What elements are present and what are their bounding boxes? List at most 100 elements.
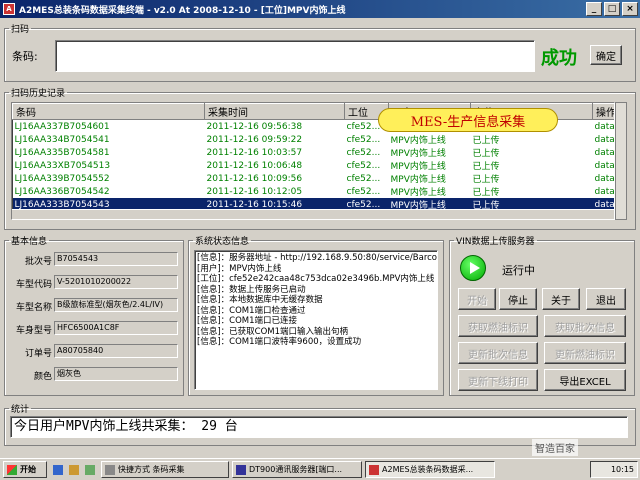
table-cell: data... bbox=[594, 134, 615, 145]
field-label: 批次号 bbox=[24, 257, 52, 267]
running-status-icon bbox=[460, 255, 486, 281]
table-cell: 已上传 bbox=[472, 175, 500, 185]
field-label: 车身型号 bbox=[15, 326, 52, 336]
running-status-text: 运行中 bbox=[502, 264, 535, 277]
table-cell: cfe52... bbox=[346, 134, 381, 145]
title-bar: A A2MES总装条码数据采集终端 - v2.0 At 2008-12-10 -… bbox=[0, 0, 640, 18]
watermark: 智造百家 bbox=[532, 439, 578, 456]
barcode-input[interactable] bbox=[55, 40, 535, 72]
system-log[interactable]: [信息]：服务器地址 - http://192.168.9.50:80/serv… bbox=[194, 250, 438, 390]
log-line: [信息]：COM1端口已连接 bbox=[197, 316, 298, 326]
table-cell: LJ16AA334B7054541 bbox=[14, 134, 110, 145]
table-cell: MPV内饰上线 bbox=[390, 149, 446, 159]
maximize-button[interactable]: □ bbox=[604, 2, 620, 16]
history-vscrollbar[interactable] bbox=[615, 102, 627, 220]
field-label: 车型名称 bbox=[15, 303, 52, 313]
quick-launch bbox=[53, 464, 98, 475]
log-line: [信息]：COM1端口检查通过 bbox=[197, 305, 306, 316]
main-window: A A2MES总装条码数据采集终端 - v2.0 At 2008-12-10 -… bbox=[0, 0, 640, 460]
table-cell: LJ16AA337B7054601 bbox=[14, 121, 110, 132]
table-cell: data... bbox=[594, 173, 615, 184]
table-cell: 已上传 bbox=[472, 188, 500, 198]
field-label: 订单号 bbox=[24, 349, 52, 359]
clock: 10:15 bbox=[610, 465, 634, 474]
minimize-button[interactable]: _ bbox=[586, 2, 602, 16]
field-value: B级旅标准型(烟灰色/2.4L/IV) bbox=[54, 298, 178, 312]
history-hscrollbar[interactable] bbox=[12, 209, 614, 219]
taskbar-item-label: DT900通讯服务器[端口... bbox=[249, 465, 343, 474]
about-button[interactable]: 关于 bbox=[542, 288, 580, 310]
shortcut-icon bbox=[105, 464, 115, 475]
start-label: 开始 bbox=[20, 465, 36, 474]
system-status-title: 系统状态信息 bbox=[195, 237, 250, 247]
table-row[interactable]: LJ16AA339B7054552 2011-12-16 10:09:56 cfe5… bbox=[13, 172, 615, 186]
taskbar-item-dt900[interactable]: DT900通讯服务器[端口... bbox=[232, 461, 362, 478]
windows-logo-icon bbox=[7, 464, 17, 475]
table-cell: data... bbox=[594, 121, 615, 132]
start-button[interactable]: 开始 bbox=[458, 288, 496, 310]
taskbar-item-shortcut[interactable]: 快捷方式 条码采集 bbox=[101, 461, 229, 478]
field-label: 车型代码 bbox=[15, 280, 52, 290]
table-row[interactable]: LJ16AA335B7054581 2011-12-16 10:03:57 cfe5… bbox=[13, 146, 615, 160]
scan-group-title: 扫码 bbox=[11, 25, 30, 35]
exit-button[interactable]: 退出 bbox=[586, 288, 626, 310]
table-cell: cfe52... bbox=[346, 147, 381, 158]
table-cell: cfe52... bbox=[346, 186, 381, 197]
log-line: [用户]：MPV内饰上线 bbox=[197, 263, 282, 274]
taskbar-item-label: A2MES总装条码数据采... bbox=[382, 465, 474, 474]
get-batch-info-button[interactable]: 获取批次信息 bbox=[544, 315, 626, 337]
log-line: [信息]：数据上传服务已启动 bbox=[197, 284, 306, 295]
log-line: [工位]：cfe52e242caa48c753dca02e3496b.MPV内饰… bbox=[197, 274, 435, 284]
server-icon bbox=[236, 464, 246, 475]
desktop-icon[interactable] bbox=[85, 464, 95, 475]
table-cell: 已上传 bbox=[472, 162, 500, 172]
table-cell: LJ16AA336B7054542 bbox=[14, 186, 110, 197]
update-batch-info-button[interactable]: 更新批次信息 bbox=[458, 342, 538, 364]
table-cell: MPV内饰上线 bbox=[390, 175, 446, 185]
log-line: [信息]：服务器地址 - http://192.168.9.50:80/serv… bbox=[197, 253, 438, 263]
stop-button[interactable]: 停止 bbox=[499, 288, 537, 310]
table-row[interactable]: LJ16AA33XB7054513 2011-12-16 10:06:48 cfe5… bbox=[13, 159, 615, 173]
taskbar-item-label: 快捷方式 条码采集 bbox=[118, 465, 185, 474]
ie-icon[interactable] bbox=[53, 464, 63, 475]
table-cell: MPV内饰上线 bbox=[390, 136, 446, 146]
window-title: A2MES总装条码数据采集终端 - v2.0 At 2008-12-10 - [… bbox=[19, 5, 346, 16]
table-cell: 已上传 bbox=[472, 136, 500, 146]
history-group-title: 扫码历史记录 bbox=[11, 89, 66, 99]
app-icon: A bbox=[3, 3, 15, 15]
barcode-label: 条码: bbox=[12, 50, 38, 63]
overlay-banner: MES-生产信息采集 bbox=[378, 108, 558, 132]
field-value: A80705840 bbox=[54, 344, 178, 358]
table-cell: 2011-12-16 10:12:05 bbox=[206, 186, 303, 197]
taskbar-item-a2mes[interactable]: A2MES总装条码数据采... bbox=[365, 461, 495, 478]
field-label: 颜色 bbox=[33, 372, 52, 382]
log-line: [信息]：已获取COM1端口输入输出句柄 bbox=[197, 326, 349, 337]
folder-icon[interactable] bbox=[69, 464, 79, 475]
column-header[interactable]: 采集时间 bbox=[204, 103, 345, 120]
update-fuel-id-button[interactable]: 更新燃油标识 bbox=[544, 342, 626, 364]
table-row[interactable]: LJ16AA334B7054541 2011-12-16 09:59:22 cfe5… bbox=[13, 133, 615, 147]
table-cell: 已上传 bbox=[472, 149, 500, 159]
start-menu-button[interactable]: 开始 bbox=[3, 461, 47, 478]
basic-info-title: 基本信息 bbox=[11, 237, 48, 247]
table-cell: 2011-12-16 10:03:57 bbox=[206, 147, 303, 158]
field-value: HFC6500A1C8F bbox=[54, 321, 178, 335]
table-cell: data... bbox=[594, 186, 615, 197]
table-cell: LJ16AA339B7054552 bbox=[14, 173, 110, 184]
stats-title: 统计 bbox=[11, 405, 30, 415]
table-row[interactable]: LJ16AA336B7054542 2011-12-16 10:12:05 cfe5… bbox=[13, 185, 615, 199]
system-tray: 10:15 bbox=[590, 461, 638, 478]
field-value: V-5201010200022 bbox=[54, 275, 178, 289]
close-button[interactable]: × bbox=[622, 2, 638, 16]
confirm-button[interactable]: 确定 bbox=[590, 45, 622, 65]
column-header[interactable]: 操作 bbox=[592, 103, 614, 120]
table-cell: MPV内饰上线 bbox=[390, 188, 446, 198]
column-header[interactable]: 条码 bbox=[12, 103, 205, 120]
scan-status: 成功 bbox=[541, 48, 577, 69]
table-cell: MPV内饰上线 bbox=[390, 162, 446, 172]
export-excel-button[interactable]: 导出EXCEL bbox=[544, 369, 626, 391]
table-cell: 2011-12-16 10:09:56 bbox=[206, 173, 303, 184]
get-fuel-id-button[interactable]: 获取燃油标识 bbox=[458, 315, 538, 337]
update-offline-print-button[interactable]: 更新下线打印 bbox=[458, 369, 538, 391]
table-cell: 2011-12-16 09:59:22 bbox=[206, 134, 303, 145]
